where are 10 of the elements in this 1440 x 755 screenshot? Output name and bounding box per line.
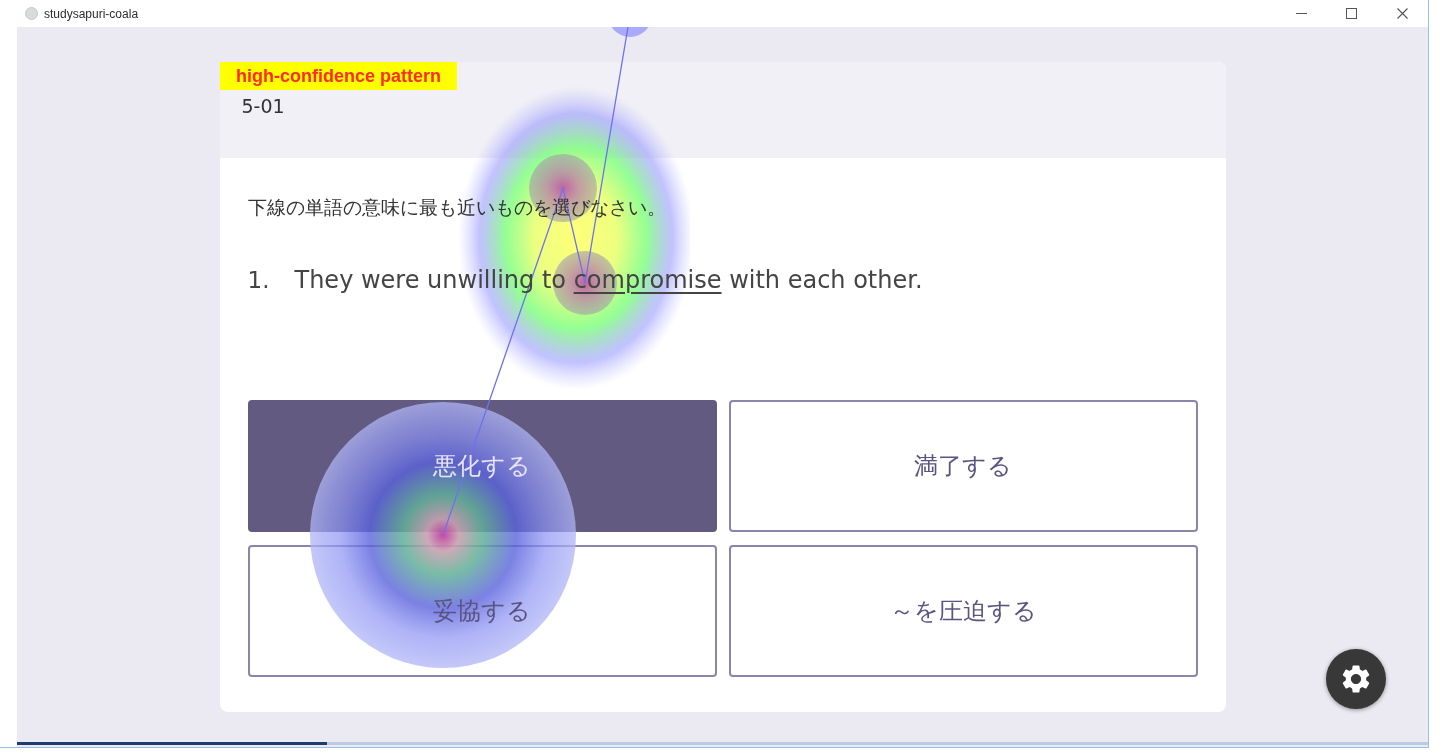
answer-option[interactable]: 満了する: [728, 400, 1198, 532]
window-title: studysapuri-coala: [44, 7, 139, 20]
minimize-icon: [1295, 13, 1307, 14]
settings-button[interactable]: [1326, 649, 1386, 709]
app-icon: [25, 7, 38, 20]
question-id: 5-01: [241, 94, 286, 118]
maximize-icon: [1345, 8, 1357, 19]
answer-option[interactable]: ～を圧迫する: [728, 545, 1198, 677]
question-number: 1.: [247, 266, 271, 295]
close-icon: [1396, 8, 1408, 19]
